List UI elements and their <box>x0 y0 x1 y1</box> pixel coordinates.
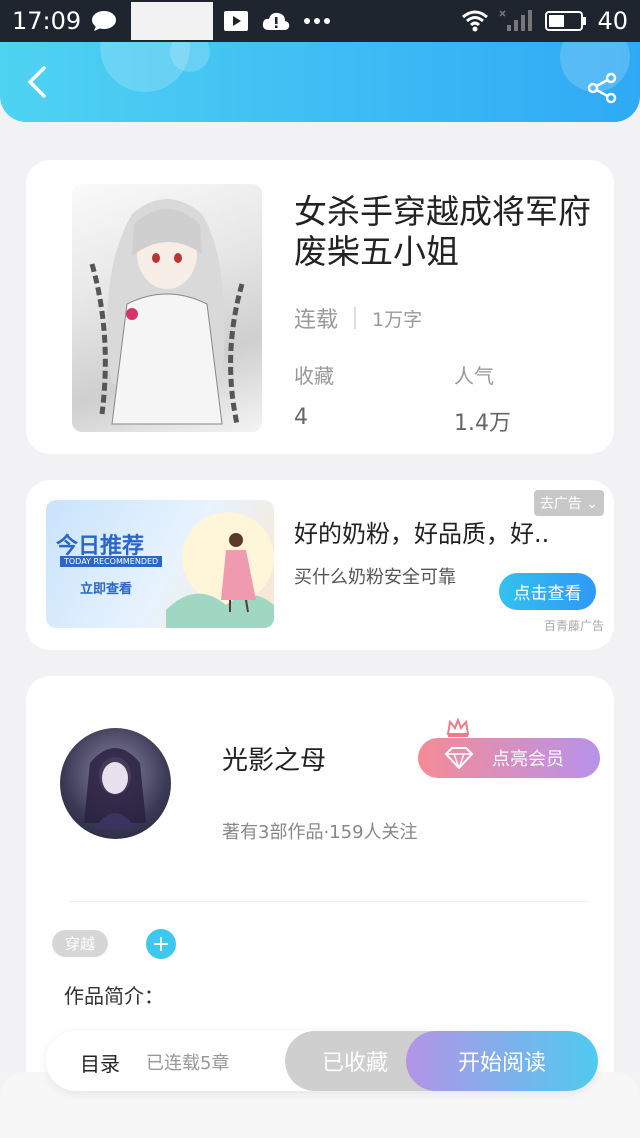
status-time: 17:09 <box>12 7 82 35</box>
book-word-count: 1万字 <box>372 308 423 331</box>
vip-button[interactable]: 点亮会员 <box>418 738 600 778</box>
video-icon <box>224 11 249 31</box>
book-title: 女杀手穿越成将军府废柴五小姐 <box>294 192 591 271</box>
bottom-action-bar: 目录 已连载5章 已收藏 开始阅读 <box>46 1031 598 1091</box>
ad-subtitle: 买什么奶粉安全可靠 <box>294 567 456 588</box>
author-name: 光影之母 <box>222 746 327 776</box>
chevron-down-icon: ⌄ <box>586 496 598 512</box>
stat-popularity: 人气 1.4万 <box>454 360 511 437</box>
book-meta: 连载 1万字 <box>294 302 422 334</box>
signal-icon <box>499 10 533 31</box>
ad-source: 百青藤广告 <box>543 619 604 633</box>
remove-ad-button[interactable]: 去广告 ⌄ <box>533 490 604 516</box>
plus-icon: + <box>151 931 171 957</box>
author-info: 著有3部作品·159人关注 <box>222 822 418 843</box>
chat-icon <box>92 11 117 31</box>
back-arrow-icon[interactable] <box>20 64 56 100</box>
remove-ad-label: 去广告 <box>539 496 582 512</box>
ad-image-cta: 立即查看 <box>80 582 133 597</box>
ad-view-button[interactable]: 点击查看 <box>499 573 596 610</box>
chapter-count: 已连载5章 <box>146 1053 230 1074</box>
more-dots-icon <box>304 18 331 24</box>
genre-tag[interactable]: 穿越 <box>52 930 109 957</box>
cover-illustration <box>89 199 245 425</box>
stat-favorites: 收藏 4 <box>294 360 334 430</box>
stat-value: 1.4万 <box>454 411 511 436</box>
ad-title[interactable]: 好的奶粉，好品质，好.. <box>294 514 549 549</box>
author-avatar[interactable] <box>60 728 171 839</box>
avatar-illustration <box>84 748 146 828</box>
ad-image-subtitle: TODAY RECOMMENDED <box>60 556 163 567</box>
stat-value: 4 <box>294 405 308 430</box>
cloud-alert-icon <box>263 12 290 30</box>
crown-icon <box>446 718 470 737</box>
section-divider <box>70 901 588 902</box>
vip-button-label: 点亮会员 <box>492 749 564 770</box>
book-status: 连载 <box>294 308 339 333</box>
start-reading-button[interactable]: 开始阅读 <box>406 1031 598 1091</box>
battery-level: 40 <box>597 7 628 35</box>
header-bar <box>0 42 640 122</box>
book-cover[interactable] <box>72 184 262 432</box>
ad-card[interactable]: 今日推荐 TODAY RECOMMENDED 立即查看 好的奶粉，好品质，好..… <box>26 480 614 650</box>
catalog-button[interactable]: 目录 <box>80 1048 120 1077</box>
ad-image-figure <box>166 512 274 628</box>
status-bar: 17:09 40 <box>0 0 640 42</box>
diamond-icon <box>444 747 474 769</box>
stat-label: 收藏 <box>294 364 334 388</box>
wifi-icon <box>462 10 489 32</box>
status-blank <box>131 2 214 40</box>
stat-label: 人气 <box>454 364 494 388</box>
book-info-card: 女杀手穿越成将军府废柴五小姐 连载 1万字 收藏 4 人气 1.4万 <box>26 160 614 454</box>
battery-icon <box>545 11 587 31</box>
ad-image[interactable]: 今日推荐 TODAY RECOMMENDED 立即查看 <box>46 500 274 628</box>
share-icon[interactable] <box>586 72 618 104</box>
intro-title: 作品简介： <box>64 984 164 1008</box>
add-tag-button[interactable]: + <box>146 929 176 959</box>
meta-separator <box>354 307 357 329</box>
